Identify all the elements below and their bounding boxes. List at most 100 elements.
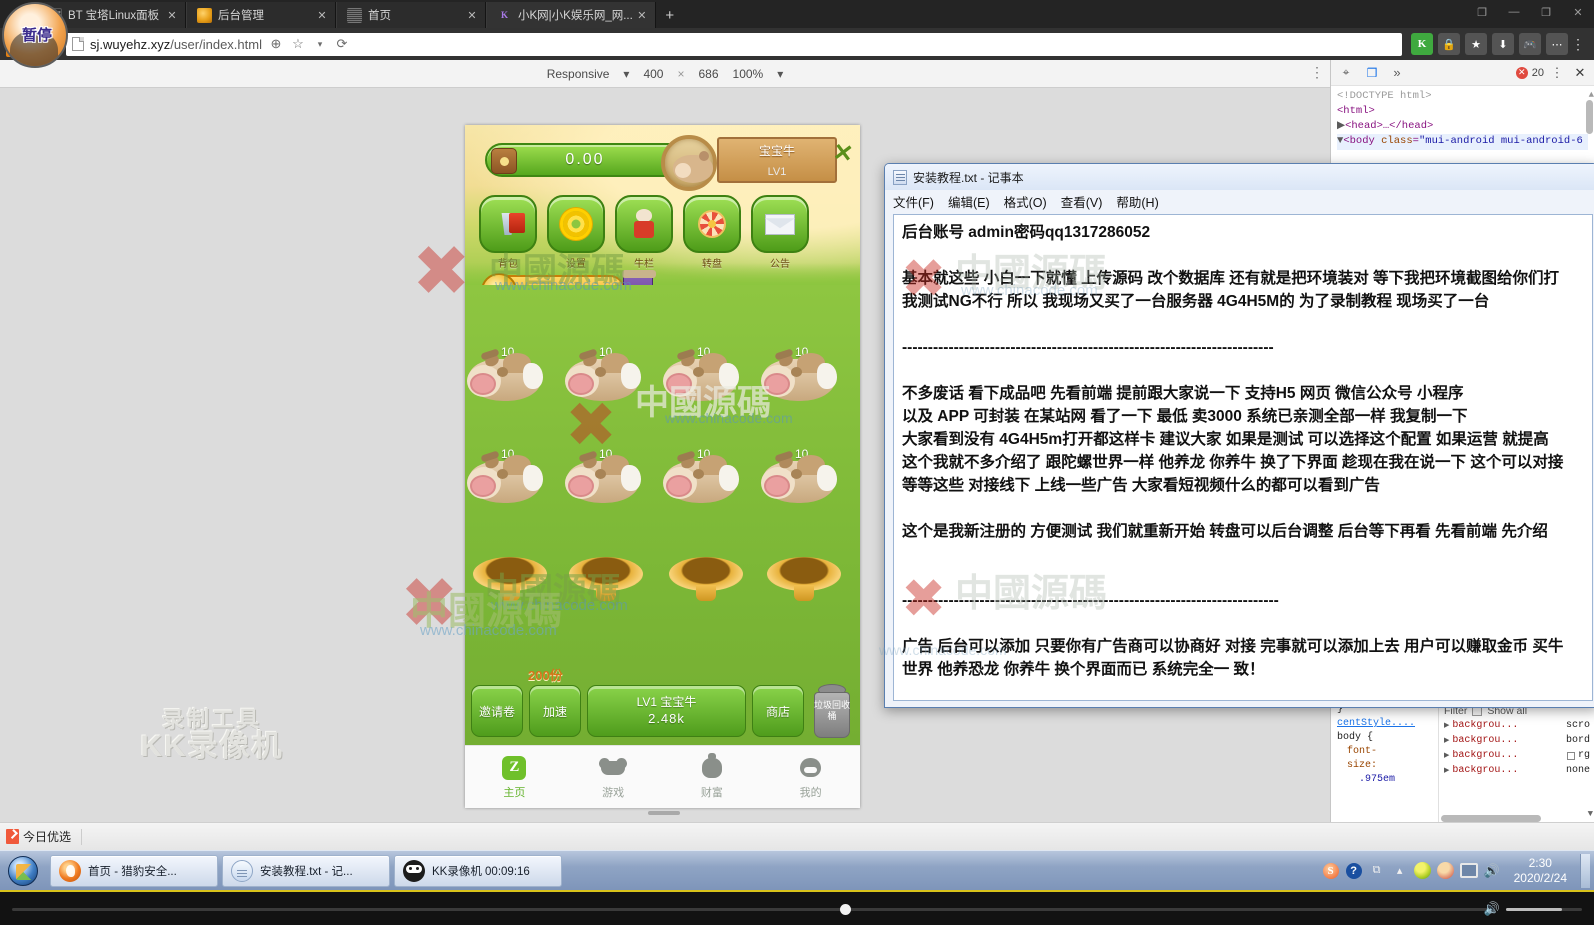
cow-slot[interactable]: 10 <box>467 345 545 409</box>
cow-slot[interactable]: 10 <box>565 345 643 409</box>
tab-close-icon[interactable]: ✕ <box>163 9 181 22</box>
shop-button[interactable]: 商店 <box>752 685 804 737</box>
browser-menu-icon[interactable]: ⋮ <box>1568 36 1588 53</box>
styles-rules[interactable]: } centStyle.... body { font- size: .975e… <box>1331 699 1541 822</box>
menu-help[interactable]: 帮助(H) <box>1116 192 1158 211</box>
computed-row[interactable]: ▶ backgrou... scro <box>1444 718 1590 733</box>
devtools-kebab-icon[interactable]: ⋮ <box>1548 65 1566 81</box>
cow-slot[interactable]: 10 <box>761 447 839 511</box>
zoom-select[interactable]: 100% <box>733 67 764 81</box>
qq-icon[interactable] <box>1437 862 1455 880</box>
cow-slot[interactable]: 10 <box>663 345 741 409</box>
tab-close-icon[interactable]: ✕ <box>463 9 481 22</box>
show-hidden-icon[interactable]: ▴ <box>1391 862 1409 880</box>
tab-xiaok-site[interactable]: K 小K网|小K娱乐网_网... ✕ <box>486 2 656 28</box>
game-icon-backpack[interactable]: 背包 <box>479 195 537 270</box>
chevron-right-icon[interactable]: ▶ <box>1337 120 1345 132</box>
menu-view[interactable]: 查看(V) <box>1061 192 1103 211</box>
game-icon-cowpen[interactable]: 牛栏 <box>615 195 673 270</box>
device-select-caret[interactable]: ▾ <box>623 67 629 81</box>
network-icon[interactable]: ⧉ <box>1368 862 1386 880</box>
computed-row[interactable]: ▶ backgrou... rg <box>1444 748 1590 763</box>
help-icon[interactable]: ? <box>1345 862 1363 880</box>
feeding-trough[interactable] <box>473 557 547 601</box>
system-clock[interactable]: 2:30 2020/2/24 <box>1506 856 1575 886</box>
speaker-icon[interactable]: 🔊 <box>1483 862 1501 880</box>
cow-slot[interactable]: 10 <box>761 345 839 409</box>
tab-close-icon[interactable]: ✕ <box>633 9 651 22</box>
scroll-down-icon[interactable]: ▼ <box>1588 809 1593 819</box>
address-bar[interactable]: sj.wuyehz.xyz/user/index.html ⊕ ☆ ▾ ⟳ <box>66 32 1402 56</box>
computed-row[interactable]: ▶ backgrou... bord <box>1444 733 1590 748</box>
new-tab-button[interactable]: + <box>656 2 684 28</box>
pause-label[interactable]: 暂停 <box>8 24 66 45</box>
taskbar-item-kk-recorder[interactable]: KK录像机 00:09:16 <box>394 854 562 887</box>
notepad-window[interactable]: 安装教程.txt - 记事本 文件(F) 编辑(E) 格式(O) 查看(V) 帮… <box>879 163 1594 708</box>
star-add-icon[interactable]: ☆ <box>288 34 308 54</box>
device-toolbar-kebab[interactable]: ⋮ <box>1310 64 1324 81</box>
zoom-select-caret[interactable]: ▾ <box>777 67 783 81</box>
minimize-icon[interactable]: — <box>1498 6 1530 18</box>
cow-slot[interactable]: 10 <box>467 447 545 511</box>
menu-file[interactable]: 文件(F) <box>893 192 934 211</box>
maximize-icon[interactable]: ❐ <box>1530 6 1562 19</box>
device-toggle-icon[interactable]: ❒ <box>1361 63 1383 83</box>
360-icon[interactable] <box>1414 862 1432 880</box>
chevron-right-icon[interactable]: ▶ <box>1444 751 1449 760</box>
kk-recorder-overlay[interactable]: 暂停 <box>2 2 68 68</box>
k-extension-icon[interactable]: K <box>1411 33 1433 55</box>
compass-icon[interactable]: ⊕ <box>266 34 286 54</box>
sogou-icon[interactable]: S <box>1322 862 1340 880</box>
restore-icon[interactable]: ❐ <box>1466 6 1498 19</box>
gamepad-icon[interactable]: 🎮 <box>1519 33 1541 55</box>
current-cow-button[interactable]: LV1 宝宝牛 2.48k <box>587 685 746 737</box>
notepad-text-area[interactable]: 后台账号 admin密码qq1317286052 基本就这些 小白一下就懂 上传… <box>893 214 1593 701</box>
computed-row[interactable]: ▶ backgrou... none <box>1444 763 1590 778</box>
viewport-height-input[interactable]: 686 <box>699 67 719 81</box>
chevron-right-icon[interactable]: ▶ <box>1444 721 1449 730</box>
invite-button[interactable]: 邀请卷 <box>471 685 523 737</box>
more-dots-icon[interactable]: ⋯ <box>1546 33 1568 55</box>
tab-games[interactable]: 游戏 <box>564 746 663 808</box>
chevron-right-icon[interactable]: ▶ <box>1444 736 1449 745</box>
game-icon-settings[interactable]: 设置 <box>547 195 605 270</box>
game-icon-wheel[interactable]: 转盘 <box>683 195 741 270</box>
menu-format[interactable]: 格式(O) <box>1004 192 1047 211</box>
tab-homepage[interactable]: 首页 ✕ <box>336 2 486 28</box>
start-button[interactable] <box>0 853 46 889</box>
reload-icon[interactable]: ⟳ <box>332 34 352 54</box>
show-desktop-button[interactable] <box>1580 853 1590 888</box>
star-icon[interactable]: ★ <box>1465 33 1487 55</box>
devtools-close-icon[interactable]: ✕ <box>1570 65 1590 81</box>
speaker-icon[interactable]: 🔊 <box>1484 901 1500 917</box>
viewport-width-input[interactable]: 400 <box>643 67 663 81</box>
bookmark-today-picks[interactable]: 今日优选 <box>0 828 71 845</box>
download-icon[interactable]: ⬇ <box>1492 33 1514 55</box>
mobile-viewport[interactable]: 0.00 宝宝牛 LV1 ✕ 背包 设置 牛栏 转盘 公告 10 10 10 1… <box>465 125 860 808</box>
cow-slot[interactable]: 10 <box>565 447 643 511</box>
tab-home[interactable]: Z 主页 <box>465 746 564 808</box>
cow-slot[interactable]: 10 <box>663 447 741 511</box>
kk-progress-knob[interactable] <box>840 904 851 915</box>
error-counter[interactable]: ✕ 20 <box>1515 66 1544 79</box>
elements-tree[interactable]: <!DOCTYPE html> <html> ▶<head>…</head> ▼… <box>1331 86 1594 150</box>
tab-wealth[interactable]: 财富 <box>663 746 762 808</box>
taskbar-item-notepad[interactable]: 安装教程.txt - 记... <box>222 854 390 887</box>
kk-progress-track[interactable] <box>12 908 1492 911</box>
trash-can-icon[interactable]: 垃圾回收桶 <box>810 684 854 738</box>
kk-volume-slider[interactable] <box>1506 907 1582 911</box>
inspect-cursor-icon[interactable]: ⌖ <box>1335 63 1357 83</box>
close-icon[interactable]: ✕ <box>1562 6 1594 19</box>
taskbar-item-browser[interactable]: 首页 - 猎豹安全... <box>50 854 218 887</box>
color-swatch-icon[interactable] <box>1566 751 1575 760</box>
lock-icon[interactable]: 🔒 <box>1438 33 1460 55</box>
viewport-scrollbar[interactable] <box>648 811 680 815</box>
device-select[interactable]: Responsive <box>547 67 610 81</box>
chevron-right-icon[interactable]: ▶ <box>1444 766 1449 775</box>
chevron-down-icon[interactable]: ▾ <box>310 34 330 54</box>
monitor-icon[interactable] <box>1459 862 1478 880</box>
speedup-button[interactable]: 加速 <box>529 685 581 737</box>
stylesheet-link[interactable]: centStyle.... <box>1337 717 1432 731</box>
more-panels-icon[interactable]: » <box>1387 65 1407 80</box>
tab-profile[interactable]: 我的 <box>761 746 860 808</box>
